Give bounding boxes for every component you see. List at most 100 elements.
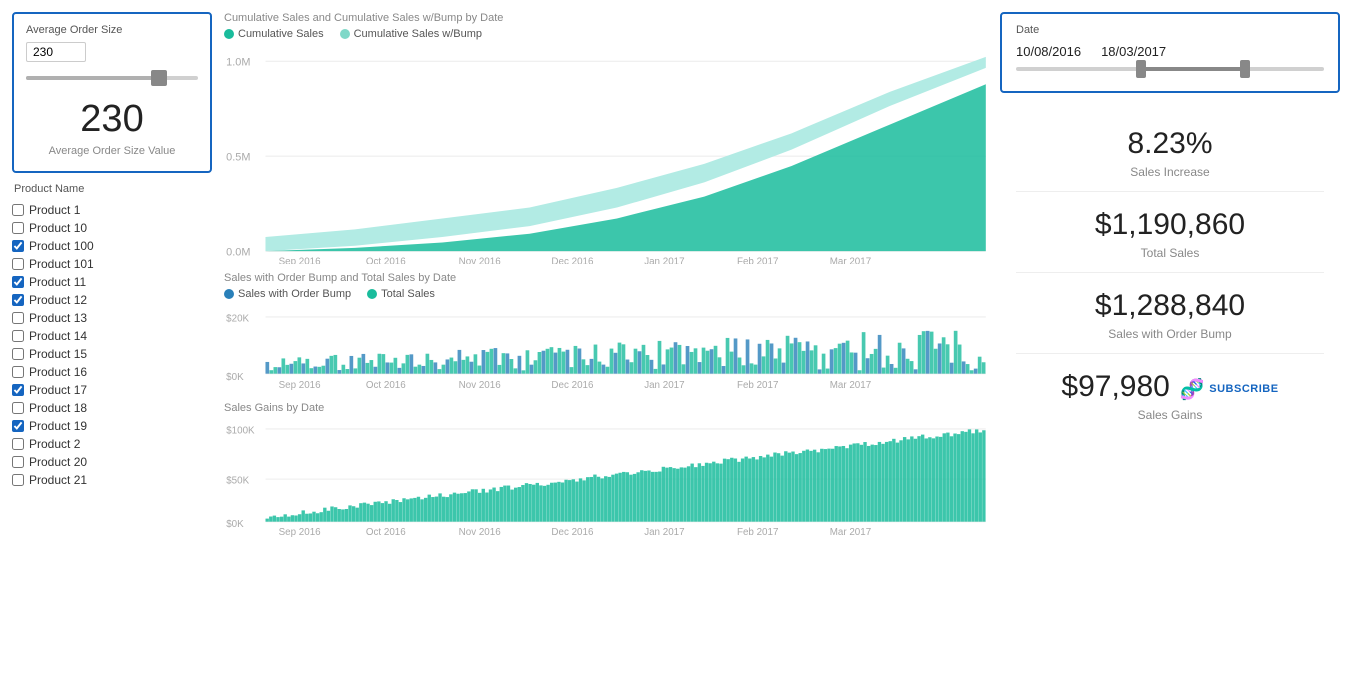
product-checkbox[interactable] [12,330,24,342]
legend-cumulative-sales: Cumulative Sales [224,28,324,40]
svg-text:Nov 2016: Nov 2016 [459,526,502,537]
svg-text:Oct 2016: Oct 2016 [366,256,406,264]
avg-order-display-value: 230 [26,98,198,141]
svg-text:$0K: $0K [226,372,244,383]
product-checkbox[interactable] [12,474,24,486]
avg-order-slider[interactable] [26,76,198,80]
svg-text:Mar 2017: Mar 2017 [830,380,871,391]
legend-total-sales: Total Sales [367,288,435,300]
kpi-label-total-sales: Total Sales [1000,246,1340,260]
svg-text:$0K: $0K [226,519,244,530]
date-filter-box: Date 10/08/2016 18/03/2017 [1000,12,1340,93]
legend-dot-4 [367,289,377,299]
date-filter-title: Date [1016,24,1324,36]
product-checkbox[interactable] [12,402,24,414]
kpi-value-sales-gains: $97,980 [1061,370,1169,404]
date-thumb-left[interactable] [1136,60,1146,78]
product-list-section: Product Name Product 1Product 10Product … [12,183,212,682]
legend-label-1: Cumulative Sales [238,28,324,40]
right-panel: Date 10/08/2016 18/03/2017 8.23% Sales I… [1000,12,1340,682]
svg-text:Dec 2016: Dec 2016 [551,380,594,391]
product-name: Product 17 [29,383,87,397]
date-thumb-right[interactable] [1240,60,1250,78]
svg-text:Sep 2016: Sep 2016 [279,380,322,391]
chart-sales-bump-title: Sales with Order Bump and Total Sales by… [224,272,988,284]
kpi-sales-bump: $1,288,840 Sales with Order Bump [1000,273,1340,353]
product-checkbox[interactable] [12,258,24,270]
product-name: Product 20 [29,455,87,469]
product-name: Product 100 [29,239,94,253]
slider-track [26,76,198,80]
svg-text:$50K: $50K [226,475,249,486]
product-checkbox[interactable] [12,240,24,252]
kpi-value-sales-increase: 8.23% [1000,127,1340,161]
date-slider-track[interactable] [1016,67,1324,71]
slider-thumb[interactable] [151,70,167,86]
list-item: Product 18 [12,399,212,417]
cumulative-svg: 1.0M 0.5M 0.0M Sep 2016 Oct 2016 Nov 201… [224,46,988,264]
list-item: Product 11 [12,273,212,291]
subscribe-button[interactable]: 🧬 SUBSCRIBE [1180,377,1279,402]
kpi-value-total-sales: $1,190,860 [1000,208,1340,242]
chart-cumulative-area: 1.0M 0.5M 0.0M Sep 2016 Oct 2016 Nov 201… [224,46,988,264]
list-item: Product 2 [12,435,212,453]
chart-sales-bump-legend: Sales with Order Bump Total Sales [224,288,988,300]
list-item: Product 14 [12,327,212,345]
kpi-sales-increase: 8.23% Sales Increase [1000,111,1340,191]
subscribe-label: SUBSCRIBE [1209,383,1278,395]
chart-gains-title: Sales Gains by Date [224,402,988,414]
svg-text:Oct 2016: Oct 2016 [366,380,406,391]
sales-bump-svg: $20K $0K Sep 2016 Oct 2016 Nov 2016 Dec … [224,306,988,393]
svg-text:Sep 2016: Sep 2016 [279,526,322,537]
list-item: Product 17 [12,381,212,399]
svg-text:Dec 2016: Dec 2016 [551,256,594,264]
dashboard: Average Order Size 230 Average Order Siz… [0,0,1352,694]
product-checkbox[interactable] [12,312,24,324]
avg-order-box: Average Order Size 230 Average Order Siz… [12,12,212,173]
chart-sales-bump-area: $20K $0K Sep 2016 Oct 2016 Nov 2016 Dec … [224,306,988,393]
list-item: Product 13 [12,309,212,327]
product-checkbox[interactable] [12,456,24,468]
legend-dot-2 [340,29,350,39]
legend-dot-1 [224,29,234,39]
product-name: Product 18 [29,401,87,415]
list-item: Product 19 [12,417,212,435]
product-checkbox[interactable] [12,420,24,432]
chart-gains: Sales Gains by Date $100K $50K $0K Sep 2… [224,402,988,538]
product-name: Product 16 [29,365,87,379]
product-name: Product 11 [29,275,86,289]
svg-text:Nov 2016: Nov 2016 [459,256,502,264]
list-item: Product 100 [12,237,212,255]
kpi-label-sales-increase: Sales Increase [1000,165,1340,179]
slider-fill [26,76,160,80]
product-name: Product 10 [29,221,87,235]
product-checkbox[interactable] [12,438,24,450]
svg-text:Jan 2017: Jan 2017 [644,380,684,391]
product-checkbox[interactable] [12,294,24,306]
list-item: Product 16 [12,363,212,381]
product-name: Product 101 [29,257,94,271]
svg-text:Feb 2017: Feb 2017 [737,380,778,391]
kpi-label-sales-gains: Sales Gains [1000,408,1340,422]
svg-text:$20K: $20K [226,314,249,325]
avg-order-input[interactable] [26,42,86,62]
product-checkbox[interactable] [12,276,24,288]
legend-label-2: Cumulative Sales w/Bump [354,28,482,40]
date-values: 10/08/2016 18/03/2017 [1016,44,1324,59]
list-item: Product 12 [12,291,212,309]
legend-label-4: Total Sales [381,288,435,300]
product-checkbox[interactable] [12,366,24,378]
product-checkbox[interactable] [12,348,24,360]
product-checkbox[interactable] [12,204,24,216]
product-name: Product 13 [29,311,87,325]
legend-dot-3 [224,289,234,299]
product-name: Product 14 [29,329,87,343]
kpi-total-sales: $1,190,860 Total Sales [1000,192,1340,272]
product-checkbox[interactable] [12,384,24,396]
left-panel: Average Order Size 230 Average Order Siz… [12,12,212,682]
product-checkbox[interactable] [12,222,24,234]
list-item: Product 1 [12,201,212,219]
chart-sales-bump: Sales with Order Bump and Total Sales by… [224,272,988,393]
product-name: Product 15 [29,347,87,361]
list-item: Product 20 [12,453,212,471]
